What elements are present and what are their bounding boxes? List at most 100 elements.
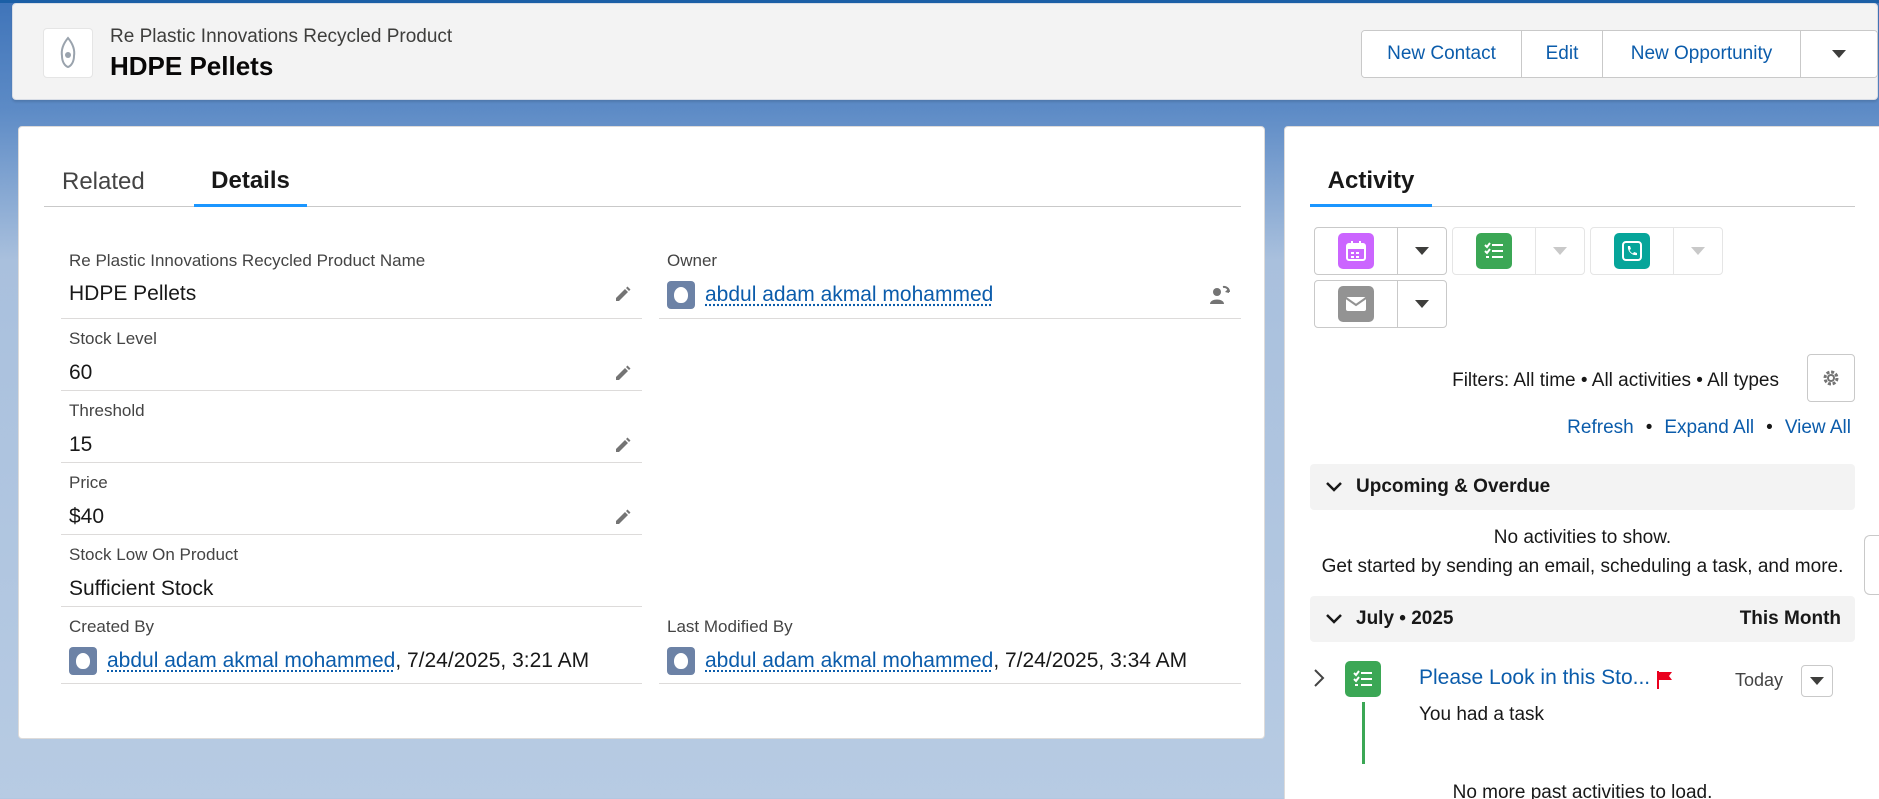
user-avatar-icon bbox=[69, 647, 97, 675]
email-button-group bbox=[1314, 280, 1447, 328]
chevron-down-icon bbox=[1810, 677, 1824, 685]
no-activities-text: No activities to show. bbox=[1310, 527, 1855, 549]
field-label: Last Modified By bbox=[667, 617, 793, 637]
call-dropdown-button[interactable] bbox=[1674, 228, 1722, 274]
tab-activity[interactable]: Activity bbox=[1310, 157, 1432, 207]
details-card: Related Details Re Plastic Innovations R… bbox=[18, 126, 1265, 739]
no-more-activities-text: No more past activities to load. bbox=[1310, 782, 1855, 799]
field-label: Stock Low On Product bbox=[69, 545, 238, 565]
email-dropdown-button[interactable] bbox=[1398, 281, 1446, 327]
header-actions: New Contact Edit New Opportunity bbox=[1361, 30, 1878, 78]
task-icon bbox=[1345, 661, 1381, 697]
last-modified-by-link[interactable]: abdul adam akmal mohammed bbox=[705, 649, 993, 673]
tab-related[interactable]: Related bbox=[62, 157, 145, 207]
record-object-icon bbox=[43, 28, 93, 78]
owner-link[interactable]: abdul adam akmal mohammed bbox=[705, 283, 993, 307]
new-event-button-group bbox=[1314, 227, 1447, 275]
chevron-down-icon bbox=[1415, 247, 1429, 255]
field-label: Re Plastic Innovations Recycled Product … bbox=[69, 251, 425, 271]
view-all-link[interactable]: View All bbox=[1785, 417, 1851, 439]
activity-tabs: Activity bbox=[1310, 157, 1855, 207]
new-event-button[interactable] bbox=[1315, 228, 1398, 274]
edit-pencil-icon[interactable] bbox=[612, 362, 634, 384]
month-section[interactable]: July • 2025 This Month bbox=[1310, 596, 1855, 642]
field-label: Price bbox=[69, 473, 108, 493]
task-dropdown-button[interactable] bbox=[1536, 228, 1584, 274]
edit-pencil-icon[interactable] bbox=[612, 434, 634, 456]
gear-icon bbox=[1821, 368, 1841, 388]
chevron-right-icon[interactable] bbox=[1313, 668, 1325, 688]
call-icon bbox=[1614, 233, 1650, 269]
separator: • bbox=[1766, 417, 1773, 439]
field-label: Threshold bbox=[69, 401, 145, 421]
new-opportunity-button[interactable]: New Opportunity bbox=[1603, 31, 1801, 77]
calendar-icon bbox=[1338, 233, 1374, 269]
field-value: $40 bbox=[69, 505, 104, 529]
field-value: abdul adam akmal mohammed , 7/24/2025, 3… bbox=[667, 647, 1187, 675]
task-date: Today bbox=[1735, 670, 1783, 691]
change-owner-icon[interactable] bbox=[1207, 284, 1233, 306]
chevron-down-icon bbox=[1324, 613, 1344, 625]
field-value: Sufficient Stock bbox=[69, 577, 213, 601]
activity-quick-links: Refresh • Expand All • View All bbox=[1567, 417, 1851, 439]
task-icon bbox=[1476, 233, 1512, 269]
field-label: Created By bbox=[69, 617, 154, 637]
refresh-link[interactable]: Refresh bbox=[1567, 417, 1634, 439]
month-badge: This Month bbox=[1740, 608, 1841, 630]
upcoming-overdue-section[interactable]: Upcoming & Overdue bbox=[1310, 464, 1855, 510]
created-date: , 7/24/2025, 3:21 AM bbox=[395, 649, 589, 673]
expand-all-link[interactable]: Expand All bbox=[1664, 417, 1754, 439]
last-modified-date: , 7/24/2025, 3:34 AM bbox=[993, 649, 1187, 673]
task-menu-button[interactable] bbox=[1801, 665, 1833, 697]
get-started-text: Get started by sending an email, schedul… bbox=[1310, 556, 1855, 578]
field-label: Owner bbox=[667, 251, 717, 271]
field-last-modified-by: Last Modified By abdul adam akmal mohamm… bbox=[659, 607, 1241, 684]
field-stock-level: Stock Level 60 bbox=[61, 319, 642, 391]
chevron-down-icon bbox=[1691, 247, 1705, 255]
event-dropdown-button[interactable] bbox=[1398, 228, 1446, 274]
field-created-by: Created By abdul adam akmal mohammed , 7… bbox=[61, 607, 642, 684]
log-call-button-group bbox=[1590, 227, 1723, 275]
activity-card: Activity Filters: All time • All activit… bbox=[1284, 126, 1879, 799]
filter-settings-button[interactable] bbox=[1807, 354, 1855, 402]
log-call-button[interactable] bbox=[1591, 228, 1674, 274]
section-title: Upcoming & Overdue bbox=[1356, 476, 1550, 498]
separator: • bbox=[1646, 417, 1653, 439]
field-value: HDPE Pellets bbox=[69, 282, 196, 306]
field-value: 15 bbox=[69, 433, 92, 457]
side-panel-handle[interactable] bbox=[1864, 535, 1879, 595]
field-threshold: Threshold 15 bbox=[61, 391, 642, 463]
record-object-type: Re Plastic Innovations Recycled Product bbox=[110, 26, 452, 48]
field-owner: Owner abdul adam akmal mohammed bbox=[659, 247, 1241, 319]
field-value: 60 bbox=[69, 361, 92, 385]
chevron-down-icon bbox=[1415, 300, 1429, 308]
new-task-button[interactable] bbox=[1453, 228, 1536, 274]
flag-icon bbox=[1655, 670, 1675, 690]
field-value: abdul adam akmal mohammed , 7/24/2025, 3… bbox=[69, 647, 589, 675]
task-subtitle: You had a task bbox=[1419, 704, 1544, 726]
more-actions-button[interactable] bbox=[1801, 31, 1877, 77]
edit-pencil-icon[interactable] bbox=[612, 283, 634, 305]
tab-details[interactable]: Details bbox=[194, 157, 307, 207]
task-title-link[interactable]: Please Look in this Sto... bbox=[1419, 666, 1650, 690]
new-contact-button[interactable]: New Contact bbox=[1362, 31, 1522, 77]
user-avatar-icon bbox=[667, 647, 695, 675]
chevron-down-icon bbox=[1553, 247, 1567, 255]
field-price: Price $40 bbox=[61, 463, 642, 535]
email-button[interactable] bbox=[1315, 281, 1398, 327]
chevron-down-icon bbox=[1324, 481, 1344, 493]
field-stock-low: Stock Low On Product Sufficient Stock bbox=[61, 535, 642, 607]
field-product-name: Re Plastic Innovations Recycled Product … bbox=[61, 247, 642, 319]
activity-filters-text: Filters: All time • All activities • All… bbox=[1452, 370, 1779, 392]
chevron-down-icon bbox=[1832, 50, 1846, 58]
field-value: abdul adam akmal mohammed bbox=[667, 281, 993, 309]
section-title: July • 2025 bbox=[1356, 608, 1454, 630]
new-task-button-group bbox=[1452, 227, 1585, 275]
created-by-link[interactable]: abdul adam akmal mohammed bbox=[107, 649, 395, 673]
record-header: Re Plastic Innovations Recycled Product … bbox=[12, 3, 1878, 100]
record-title: HDPE Pellets bbox=[110, 51, 273, 82]
edit-pencil-icon[interactable] bbox=[612, 506, 634, 528]
record-tabs: Related Details bbox=[44, 157, 1241, 207]
edit-button[interactable]: Edit bbox=[1522, 31, 1603, 77]
field-label: Stock Level bbox=[69, 329, 157, 349]
